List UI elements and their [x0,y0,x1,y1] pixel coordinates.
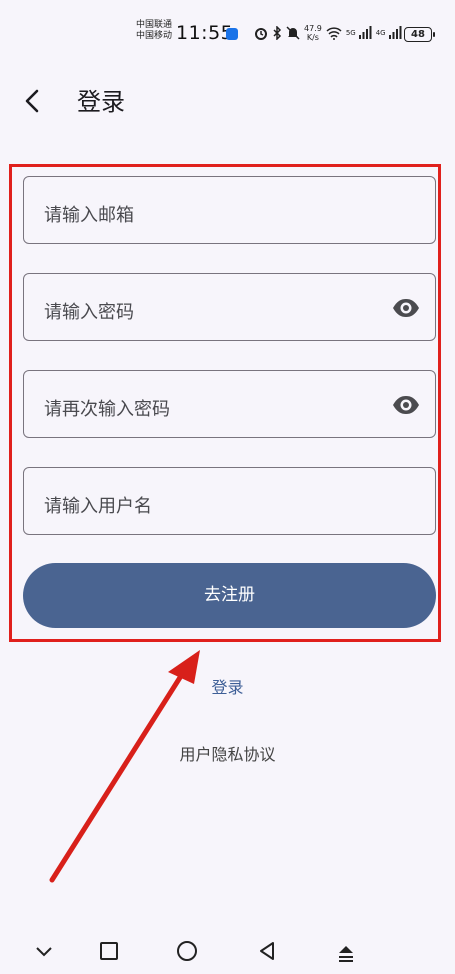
email-placeholder: 请输入邮箱 [44,205,134,226]
page-title: 登录 [77,88,125,116]
network-type-2: 4G [375,29,386,37]
system-nav-bar [0,930,455,974]
alarm-icon [255,28,267,40]
speed-value: 47.9 [304,24,322,33]
keyboard-switch-icon[interactable] [331,936,361,966]
password-field[interactable]: 请输入密码 [23,273,436,341]
privacy-policy-link[interactable]: 用户隐私协议 [0,741,455,765]
app-notification-icon [226,28,238,40]
confirm-password-placeholder: 请再次输入密码 [44,399,170,420]
email-field[interactable]: 请输入邮箱 [23,176,436,244]
carrier-1: 中国联通 [136,20,173,30]
carrier-2: 中国移动 [136,31,173,41]
recent-apps-icon[interactable] [94,936,124,966]
wifi-icon [326,27,342,40]
network-speed: 47.9 K/s [304,24,322,42]
register-button[interactable]: 去注册 [23,563,436,628]
username-placeholder: 请输入用户名 [44,496,152,517]
speed-unit: K/s [306,33,319,42]
battery-indicator: 48 [404,27,435,42]
register-form-highlight: 请输入邮箱 请输入密码 请再次输入密码 请输入用户名 去注册 [9,164,441,642]
signal-icon-1 [358,26,372,39]
status-bar: 中国联通 中国移动 11:55 47.9 K/s 5G 4G 48 [0,0,455,64]
login-link[interactable]: 登录 [0,674,455,698]
carrier-labels: 中国联通 中国移动 [136,20,172,42]
network-type-1: 5G [345,29,356,37]
status-time: 11:55 [176,22,234,44]
back-nav-icon[interactable] [252,936,282,966]
home-icon[interactable] [172,936,202,966]
back-arrow-icon[interactable] [18,86,48,116]
confirm-password-field[interactable]: 请再次输入密码 [23,370,436,438]
mute-icon [286,26,300,40]
password-placeholder: 请输入密码 [44,302,134,323]
signal-icon-2 [388,26,402,39]
username-field[interactable]: 请输入用户名 [23,467,436,535]
status-icons: 47.9 K/s 5G 4G [254,24,402,42]
show-password-eye-icon[interactable] [391,294,421,322]
bluetooth-icon [273,26,282,40]
show-confirm-password-eye-icon[interactable] [391,391,421,419]
hide-keyboard-chevron-icon[interactable] [29,936,59,966]
